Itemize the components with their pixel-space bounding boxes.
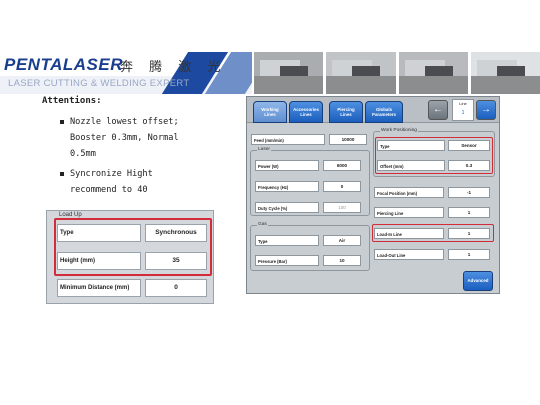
laser-frequency-label: Frequency (Hz)	[255, 181, 319, 192]
note-line: recommend to 40	[70, 185, 148, 195]
factory-photo	[254, 52, 324, 94]
tab-globals-parameters[interactable]: Globals Parameters	[365, 101, 403, 123]
bullet-icon	[60, 120, 64, 124]
photo-strip	[254, 52, 540, 94]
feed-input[interactable]: 10000	[329, 134, 367, 145]
load-out-line-input[interactable]: 1	[448, 249, 490, 260]
brand-name-chinese: 奔 腾 激 光	[120, 60, 227, 75]
load-out-line-label: Load-Out Line	[374, 249, 444, 260]
work-positioning-legend: Work Positioning	[380, 128, 418, 133]
advanced-button[interactable]: Advanced	[463, 271, 493, 291]
highlight-box	[375, 137, 493, 174]
building-photo	[470, 52, 540, 94]
machine-photo	[326, 52, 396, 94]
brand-tagline: LASER CUTTING & WELDING EXPERT	[8, 78, 190, 89]
laser-frequency-input[interactable]: 0	[323, 181, 361, 192]
gas-pressure-input[interactable]: 10	[323, 255, 361, 266]
load-up-row-min-distance: Minimum Distance (mm) 0	[57, 279, 207, 297]
bullet-icon	[60, 172, 64, 176]
laser-duty-cycle-input[interactable]: 100	[323, 202, 361, 213]
gas-type-label: Type	[255, 235, 319, 246]
brand-logo: PENTALASER 奔 腾 激 光 LASER CUTTING & WELDI…	[0, 52, 252, 94]
hmi-toolbar: Working Lines Accessories Lines Piercing Li…	[247, 97, 499, 123]
notes-title: Attentions:	[42, 96, 102, 106]
load-up-min-distance-input[interactable]: 0	[145, 279, 207, 297]
piercing-line-label: Piercing Line	[374, 207, 444, 218]
feed-label: Feed (mm/min)	[251, 134, 325, 145]
highlight-box	[372, 224, 494, 242]
note-line: Syncronize Hight	[70, 169, 153, 179]
line-value: 1	[461, 110, 465, 116]
tab-accessories-lines[interactable]: Accessories Lines	[289, 101, 323, 123]
brand-name: PENTALASER	[4, 55, 123, 74]
note-line: Nozzle lowest offset;	[70, 117, 179, 127]
hmi-parameter-screen: Working Lines Accessories Lines Piercing Li…	[246, 96, 500, 294]
load-up-min-distance-label: Minimum Distance (mm)	[57, 279, 141, 297]
line-caption: Line	[459, 101, 467, 106]
workshop-photo	[398, 52, 468, 94]
load-up-panel: Load Up Type Synchronous Height (mm) 35 …	[46, 210, 214, 304]
note-item: Syncronize Hight recommend to 40	[42, 166, 242, 198]
highlight-box	[54, 218, 212, 276]
focal-position-input[interactable]: -1	[448, 187, 490, 198]
note-line: Booster 0.3mm, Normal	[70, 133, 179, 143]
gas-legend: Gas	[257, 222, 268, 227]
laser-duty-cycle-label: Duty Cycle (%)	[255, 202, 319, 213]
line-selector[interactable]: Line 1	[452, 99, 474, 121]
gas-type-select[interactable]: Air	[323, 235, 361, 246]
note-item: Nozzle lowest offset; Booster 0.3mm, Nor…	[42, 114, 242, 162]
laser-power-input[interactable]: 6000	[323, 160, 361, 171]
next-line-button[interactable]: →	[476, 100, 496, 120]
laser-legend: Laser	[257, 147, 271, 152]
gas-pressure-label: Pressure (Bar)	[255, 255, 319, 266]
note-line: 0.5mm	[70, 149, 96, 159]
piercing-line-input[interactable]: 1	[448, 207, 490, 218]
previous-line-button[interactable]: ←	[428, 100, 448, 120]
header-banner: PENTALASER 奔 腾 激 光 LASER CUTTING & WELDI…	[0, 52, 540, 94]
tab-piercing-lines[interactable]: Piercing Lines	[329, 101, 363, 123]
tab-working-lines[interactable]: Working Lines	[253, 101, 287, 123]
focal-position-label: Focal Position (mm)	[374, 187, 444, 198]
attention-notes: Attentions: Nozzle lowest offset; Booste…	[42, 96, 242, 202]
laser-power-label: Power (W)	[255, 160, 319, 171]
